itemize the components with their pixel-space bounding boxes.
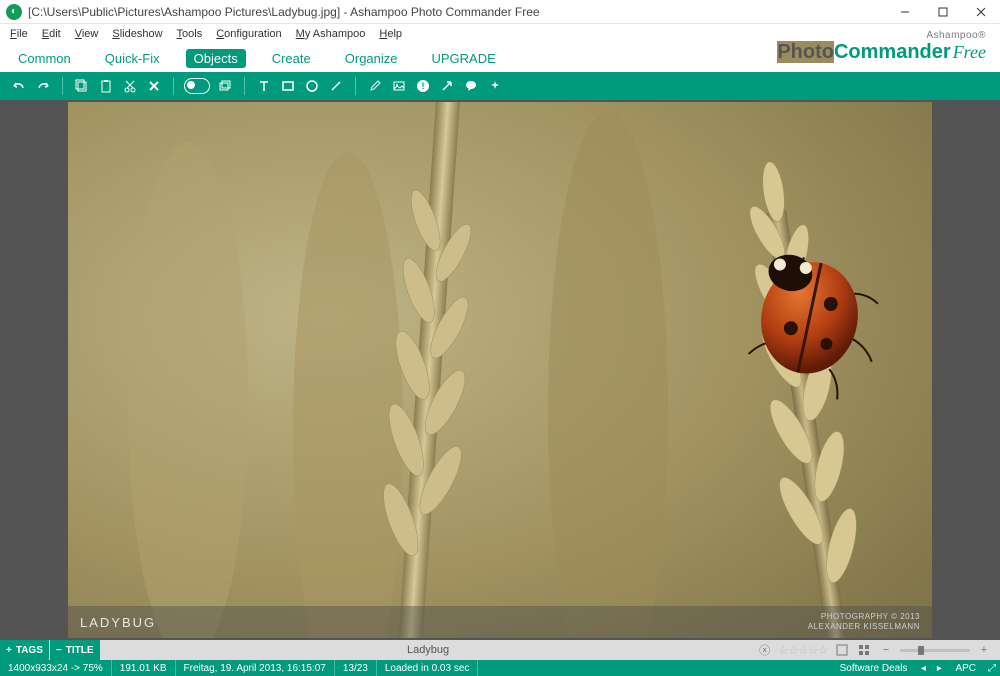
ellipse-tool-icon[interactable]: [301, 75, 323, 97]
menu-view[interactable]: View: [69, 26, 105, 42]
image-caption-band: LADYBUG PHOTOGRAPHY © 2013 ALEXANDER KIS…: [68, 606, 932, 638]
image-tool-icon[interactable]: [388, 75, 410, 97]
grid-icon[interactable]: [856, 642, 872, 658]
status-index: 13/23: [335, 660, 377, 676]
zoom-slider[interactable]: [900, 649, 970, 652]
sparkle-tool-icon[interactable]: [484, 75, 506, 97]
toolbar: !: [0, 72, 1000, 100]
svg-text:!: !: [422, 81, 425, 91]
undo-icon[interactable]: [8, 75, 30, 97]
status-prev-icon[interactable]: ◂: [915, 660, 931, 676]
zoom-out-icon[interactable]: −: [878, 642, 894, 658]
redo-icon[interactable]: [32, 75, 54, 97]
window-title: [C:\Users\Public\Pictures\Ashampoo Pictu…: [28, 5, 540, 19]
delete-icon[interactable]: [143, 75, 165, 97]
title-toggle-button[interactable]: −TITLE: [50, 640, 100, 660]
status-expand-icon[interactable]: ⤢: [984, 660, 1000, 676]
tags-add-button[interactable]: +TAGS: [0, 640, 49, 660]
status-filesize: 191.01 KB: [112, 660, 176, 676]
thumbnail-icon[interactable]: [834, 642, 850, 658]
status-loaded: Loaded in 0.03 sec: [377, 660, 479, 676]
menu-slideshow[interactable]: Slideshow: [106, 26, 168, 42]
menu-file[interactable]: File: [4, 26, 34, 42]
menu-myashampoo[interactable]: My Ashampoo: [290, 26, 372, 42]
tab-organize[interactable]: Organize: [337, 49, 406, 68]
paste-icon[interactable]: [95, 75, 117, 97]
image-credit: PHOTOGRAPHY © 2013 ALEXANDER KISSELMANN: [808, 612, 920, 631]
menu-help[interactable]: Help: [373, 26, 408, 42]
app-icon: ◐: [6, 4, 22, 20]
rectangle-tool-icon[interactable]: [277, 75, 299, 97]
image-caption: LADYBUG: [80, 615, 156, 630]
status-dimensions: 1400x933x24 -> 75%: [0, 660, 112, 676]
tab-create[interactable]: Create: [264, 49, 319, 68]
menu-edit[interactable]: Edit: [36, 26, 67, 42]
maximize-button[interactable]: [924, 0, 962, 24]
status-deals-link[interactable]: Software Deals: [832, 660, 916, 676]
tab-objects[interactable]: Objects: [186, 49, 246, 68]
text-tool-icon[interactable]: [253, 75, 275, 97]
canvas-area[interactable]: LADYBUG PHOTOGRAPHY © 2013 ALEXANDER KIS…: [0, 100, 1000, 640]
line-tool-icon[interactable]: [325, 75, 347, 97]
tab-common[interactable]: Common: [10, 49, 79, 68]
minimize-button[interactable]: [886, 0, 924, 24]
filename-label: Ladybug: [100, 644, 757, 656]
cut-icon[interactable]: [119, 75, 141, 97]
status-datetime: Freitag, 19. April 2013, 16:15:07: [176, 660, 335, 676]
photo-viewport[interactable]: LADYBUG PHOTOGRAPHY © 2013 ALEXANDER KIS…: [68, 102, 932, 638]
note-tool-icon[interactable]: !: [412, 75, 434, 97]
close-button[interactable]: [962, 0, 1000, 24]
rating-stars[interactable]: ☆☆☆☆☆: [779, 644, 828, 657]
clear-icon[interactable]: ⓧ: [757, 642, 773, 658]
tab-upgrade[interactable]: UPGRADE: [424, 49, 504, 68]
layers-icon[interactable]: [214, 75, 236, 97]
status-next-icon[interactable]: ▸: [931, 660, 947, 676]
status-bar: 1400x933x24 -> 75% 191.01 KB Freitag, 19…: [0, 660, 1000, 676]
info-bar: +TAGS −TITLE Ladybug ⓧ ☆☆☆☆☆ − +: [0, 640, 1000, 660]
window-titlebar: ◐ [C:\Users\Public\Pictures\Ashampoo Pic…: [0, 0, 1000, 24]
command-bar: Common Quick-Fix Objects Create Organize…: [0, 44, 1000, 72]
copy-icon[interactable]: [71, 75, 93, 97]
pencil-tool-icon[interactable]: [364, 75, 386, 97]
menu-configuration[interactable]: Configuration: [210, 26, 287, 42]
arrow-tool-icon[interactable]: [436, 75, 458, 97]
status-apc: APC: [947, 660, 984, 676]
toggle-switch-icon[interactable]: [182, 75, 212, 97]
menu-tools[interactable]: Tools: [171, 26, 209, 42]
speech-bubble-icon[interactable]: [460, 75, 482, 97]
menubar: File Edit View Slideshow Tools Configura…: [0, 24, 1000, 44]
tab-quickfix[interactable]: Quick-Fix: [97, 49, 168, 68]
zoom-in-icon[interactable]: +: [976, 642, 992, 658]
